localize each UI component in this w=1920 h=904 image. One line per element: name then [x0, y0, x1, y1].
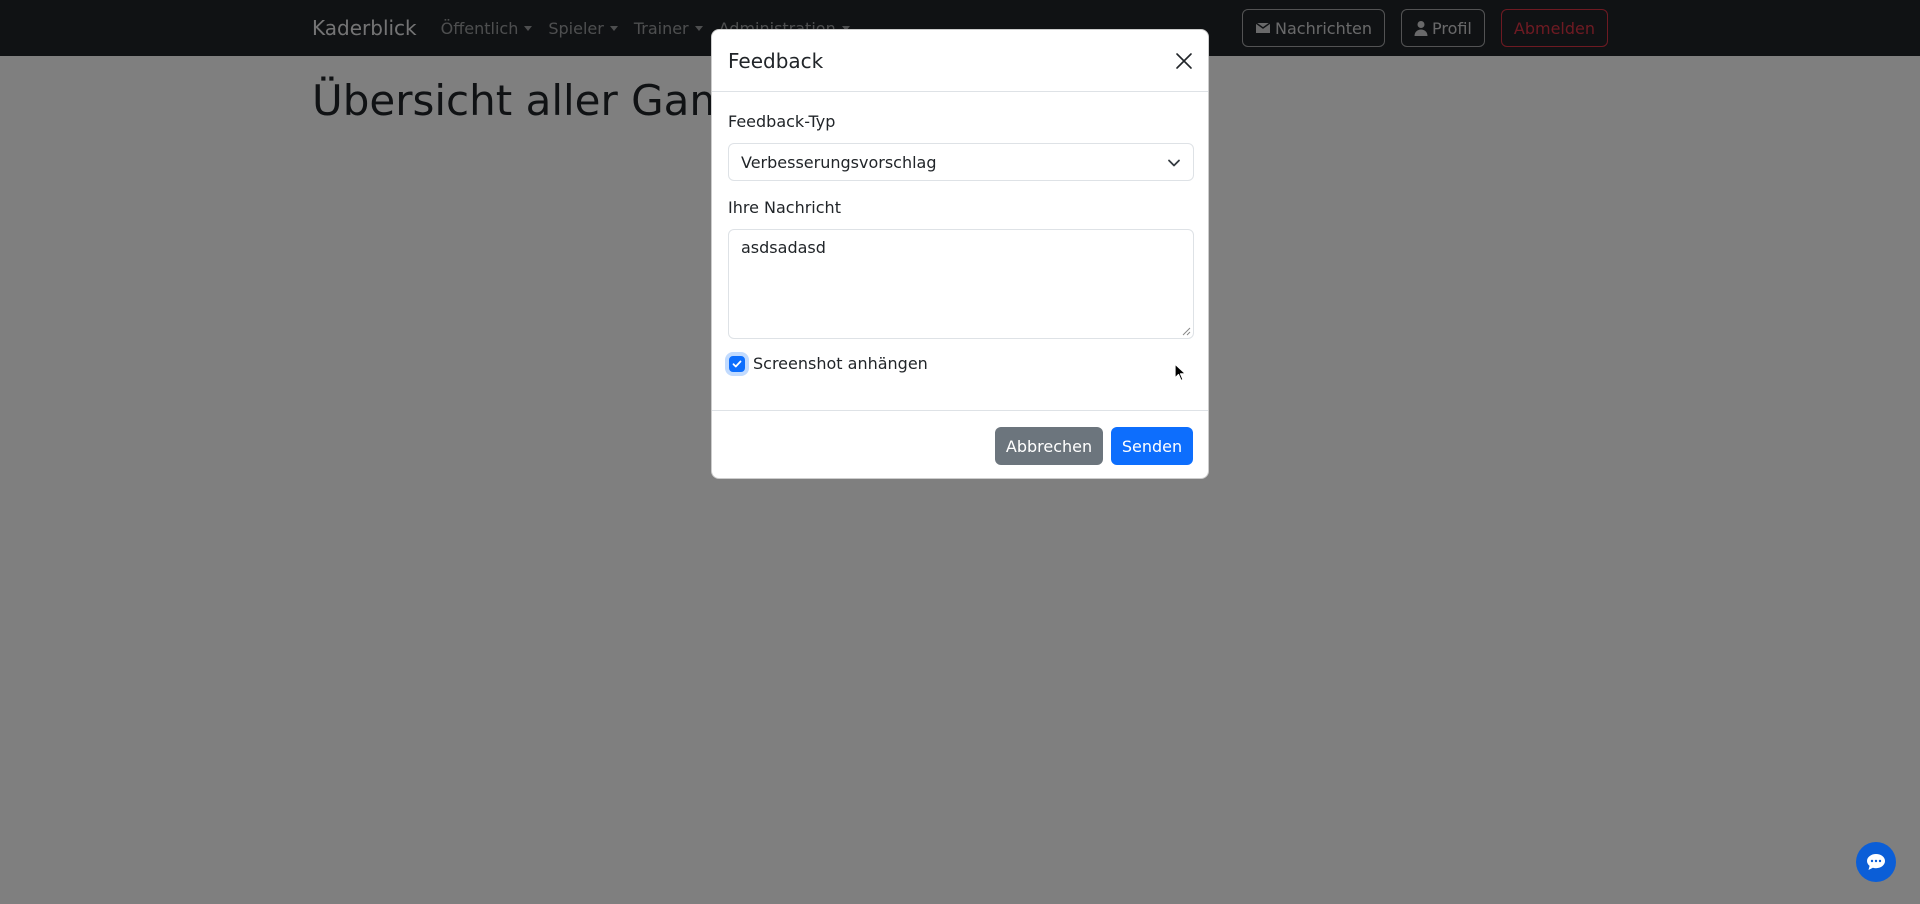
modal-title: Feedback	[728, 48, 824, 73]
close-icon[interactable]	[1174, 51, 1194, 71]
send-button[interactable]: Senden	[1111, 427, 1193, 465]
chevron-down-icon	[1168, 159, 1180, 167]
checkmark-icon	[732, 360, 742, 367]
screenshot-label[interactable]: Screenshot anhängen	[753, 354, 928, 373]
screenshot-option[interactable]: Screenshot anhängen	[728, 354, 928, 373]
feedback-type-value: Verbesserungsvorschlag	[741, 152, 937, 172]
screenshot-checkbox[interactable]	[729, 355, 745, 372]
modal-footer: Abbrechen Senden	[712, 410, 1208, 479]
chat-icon	[1867, 854, 1885, 870]
message-textarea[interactable]: asdsadasd	[728, 229, 1194, 339]
chat-button[interactable]	[1856, 842, 1896, 882]
feedback-type-label: Feedback-Typ	[728, 112, 836, 131]
feedback-type-select[interactable]: Verbesserungsvorschlag	[728, 143, 1194, 181]
cancel-button[interactable]: Abbrechen	[995, 427, 1103, 465]
feedback-modal: Feedback Feedback-Typ Verbesserungsvorsc…	[711, 29, 1209, 479]
modal-body: Feedback-Typ Verbesserungsvorschlag Ihre…	[712, 92, 1208, 410]
resize-grip-icon[interactable]	[1182, 327, 1191, 336]
message-label: Ihre Nachricht	[728, 198, 841, 217]
message-value: asdsadasd	[741, 238, 826, 257]
mouse-cursor-icon	[1174, 363, 1187, 382]
modal-header: Feedback	[712, 30, 1208, 92]
